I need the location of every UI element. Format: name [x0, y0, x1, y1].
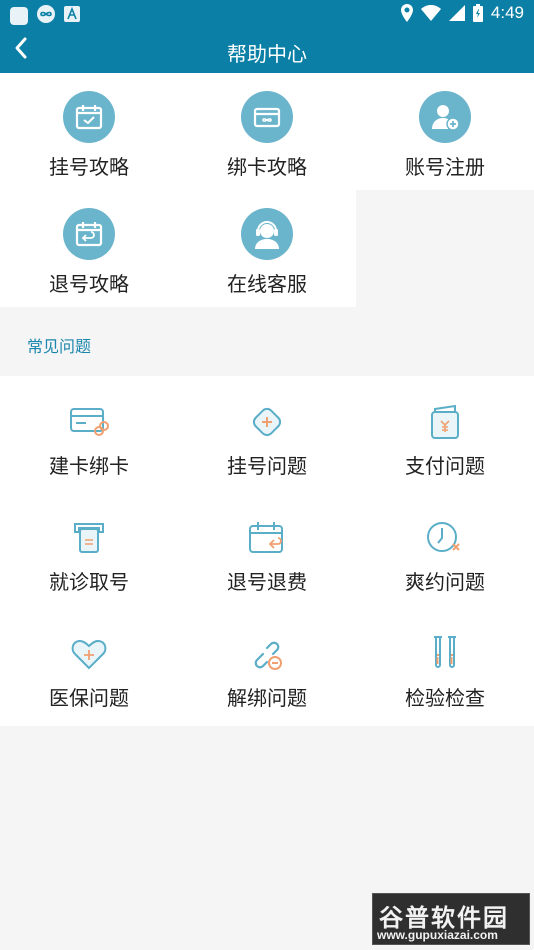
watermark-url: www.gupuxiazai.com	[377, 928, 498, 942]
faq-item-unbind[interactable]: 解绑问题	[178, 608, 356, 724]
calendar-return-icon	[63, 208, 115, 260]
guide-item-register[interactable]: 挂号攻略	[0, 73, 178, 190]
battery-icon	[472, 4, 483, 22]
guide-item-label: 账号注册	[405, 155, 485, 179]
calendar-refund-icon	[247, 518, 287, 558]
faq-item-label: 支付问题	[405, 454, 485, 478]
calendar-check-icon	[63, 91, 115, 143]
faq-item-insurance[interactable]: 医保问题	[0, 608, 178, 724]
notification-app-icon	[10, 7, 28, 25]
status-notification-icons	[10, 5, 80, 27]
status-bar: 4:49	[0, 0, 534, 28]
faq-item-checkin[interactable]: 就诊取号	[0, 492, 178, 608]
faq-item-payment[interactable]: 支付问题	[356, 376, 534, 492]
clock-cancel-icon	[425, 518, 465, 558]
faq-item-label: 检验检查	[405, 686, 485, 710]
heart-plus-icon	[69, 634, 109, 674]
guide-item-cancel[interactable]: 退号攻略	[0, 190, 178, 307]
faq-item-refund[interactable]: 退号退费	[178, 492, 356, 608]
user-add-icon	[419, 91, 471, 143]
watermark-logo: 谷普软件园 www.gupuxiazai.com	[372, 893, 530, 945]
faq-item-label: 就诊取号	[49, 570, 129, 594]
faq-item-lab-test[interactable]: 检验检查	[356, 608, 534, 724]
page-title: 帮助中心	[227, 42, 307, 66]
faq-item-register[interactable]: 挂号问题	[178, 376, 356, 492]
app-bar: 帮助中心	[0, 28, 534, 73]
faq-item-label: 爽约问题	[405, 570, 485, 594]
faq-grid: 建卡绑卡 挂号问题 支付问题 就诊取号 退号退费 爽约问题 医保问题 解绑问题 …	[0, 376, 534, 726]
guide-item-label: 在线客服	[227, 272, 307, 296]
card-link-icon	[69, 402, 109, 442]
signal-icon	[448, 5, 465, 21]
guide-grid: 挂号攻略 绑卡攻略 账号注册 退号攻略 在线客服	[0, 73, 534, 307]
test-tubes-icon	[425, 634, 465, 674]
status-system-icons: 4:49	[400, 3, 524, 23]
notification-infinity-icon	[36, 5, 56, 27]
unlink-icon	[247, 634, 287, 674]
guide-item-account-register[interactable]: 账号注册	[356, 73, 534, 190]
guide-item-online-service[interactable]: 在线客服	[178, 190, 356, 307]
guide-item-label: 挂号攻略	[49, 155, 129, 179]
faq-item-label: 退号退费	[227, 570, 307, 594]
card-icon	[241, 91, 293, 143]
faq-item-no-show[interactable]: 爽约问题	[356, 492, 534, 608]
headset-agent-icon	[241, 208, 293, 260]
wallet-yuan-icon	[425, 402, 465, 442]
notification-a-icon	[64, 6, 80, 26]
guide-item-label: 退号攻略	[49, 272, 129, 296]
faq-item-label: 挂号问题	[227, 454, 307, 478]
medical-plus-icon	[247, 402, 287, 442]
ticket-printer-icon	[69, 518, 109, 558]
faq-item-label: 建卡绑卡	[49, 454, 129, 478]
faq-item-card[interactable]: 建卡绑卡	[0, 376, 178, 492]
guide-item-label: 绑卡攻略	[227, 155, 307, 179]
faq-item-label: 医保问题	[49, 686, 129, 710]
guide-item-bind-card[interactable]: 绑卡攻略	[178, 73, 356, 190]
location-icon	[400, 4, 413, 22]
status-time: 4:49	[490, 3, 524, 22]
faq-item-label: 解绑问题	[227, 686, 307, 710]
wifi-icon	[420, 5, 441, 21]
section-title-faq: 常见问题	[27, 337, 92, 356]
